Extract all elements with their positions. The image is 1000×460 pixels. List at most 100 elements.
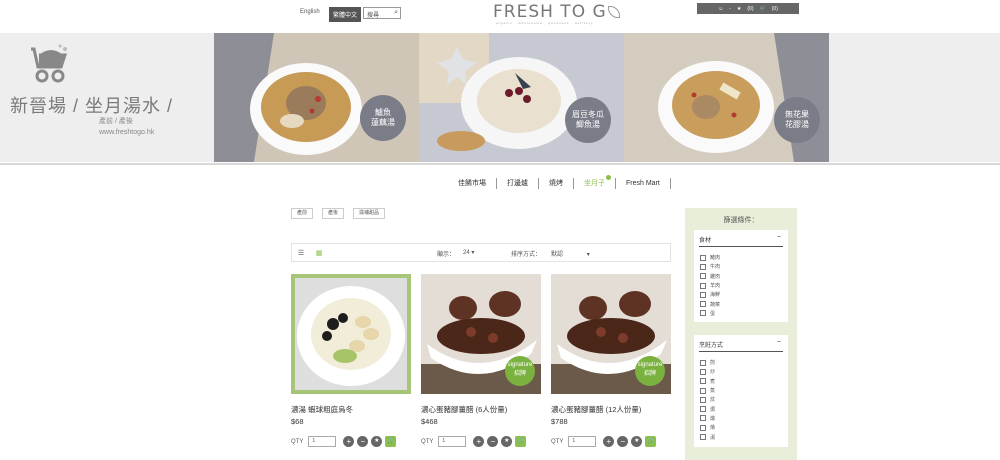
collapse-icon[interactable]: − xyxy=(777,234,781,241)
star-icon[interactable]: ★ xyxy=(371,436,383,447)
checkbox[interactable] xyxy=(700,424,706,431)
checkbox[interactable] xyxy=(700,378,706,385)
filter-option[interactable]: 燉 xyxy=(700,414,788,423)
filter-option[interactable]: 燴 xyxy=(700,423,788,432)
qty-label: QTY xyxy=(291,438,304,445)
filter-option-label: 蛋 xyxy=(710,310,716,317)
filter-option[interactable]: 焗 xyxy=(700,404,788,413)
star-icon[interactable]: ★ xyxy=(631,436,643,447)
checkbox[interactable] xyxy=(700,291,706,298)
star-icon[interactable]: ★ xyxy=(501,436,513,447)
checkbox[interactable] xyxy=(700,415,706,422)
checkbox[interactable] xyxy=(700,310,706,317)
filter-option-label: 豬肉 xyxy=(710,255,721,262)
language-chinese-link[interactable]: 繁體中文 xyxy=(329,7,362,22)
minus-icon[interactable]: − xyxy=(487,436,499,447)
baby-stroller-icon xyxy=(31,44,68,83)
hero-banner[interactable]: 新晉場 / 坐月湯水 / 產前 / 產後 www.freshtogo.hk 鱸魚… xyxy=(0,33,1000,162)
filter-option[interactable]: 煮 xyxy=(700,377,788,386)
nav-item-bbq[interactable]: 燒烤 xyxy=(539,178,574,189)
cart-icon[interactable]: 🛒 xyxy=(760,6,766,12)
checkbox[interactable] xyxy=(700,396,706,403)
nav-item-confinement[interactable]: 坐月子 xyxy=(574,175,616,189)
checkbox[interactable] xyxy=(700,434,706,441)
cart-icon[interactable]: 🛒 xyxy=(385,436,397,447)
product-image[interactable]: signature 招牌 xyxy=(551,274,671,394)
filter-group-cooking-method: 烹飪方式 − 煎 炒 煮 蒸 炆 焗 燉 燴 湯 xyxy=(694,335,788,447)
collapse-icon[interactable]: − xyxy=(777,339,781,346)
nav-item-market[interactable]: 佳餚市場 xyxy=(448,178,497,189)
filter-option[interactable]: 炆 xyxy=(700,395,788,404)
filter-option[interactable]: 蒸 xyxy=(700,386,788,395)
filter-option[interactable]: 豬肉 xyxy=(700,253,788,262)
cart-icon[interactable]: 🛒 xyxy=(645,436,657,447)
filter-chip-prenatal[interactable]: 產前 xyxy=(291,208,314,219)
filter-chip-postnatal[interactable]: 產後 xyxy=(322,208,345,219)
grid-view-icon[interactable]: ▦ xyxy=(310,244,328,261)
chevron-down-icon: ▾ xyxy=(471,250,475,256)
quantity-input[interactable]: 1 xyxy=(438,436,467,447)
cart-count: (0) xyxy=(771,5,778,12)
filter-option[interactable]: 雞肉 xyxy=(700,272,788,281)
product-image[interactable] xyxy=(291,274,411,394)
nav-item-hotpot[interactable]: 打邊爐 xyxy=(497,178,539,189)
banner-photo-2-label: 眉豆冬瓜 鯽魚湯 xyxy=(565,97,611,143)
site-logo[interactable]: FRESH TO G xyxy=(493,2,620,22)
product-name[interactable]: 濃心蛋豬腳薑醋 (6人份量) xyxy=(421,404,541,415)
person-icon[interactable]: ☺ xyxy=(718,6,723,12)
chevron-down-icon: ▾ xyxy=(586,252,590,258)
filter-option[interactable]: 海鮮 xyxy=(700,290,788,299)
search-placeholder: 搜尋 xyxy=(367,13,380,19)
top-bar: English 繁體中文 搜尋 ⌕ FRESH TO G organic · w… xyxy=(0,0,1000,32)
filter-option[interactable]: 蔬菜 xyxy=(700,299,788,308)
search-icon[interactable]: ⌕ xyxy=(394,9,398,17)
filter-option[interactable]: 牛肉 xyxy=(700,262,788,271)
filter-option-label: 雞肉 xyxy=(710,273,721,280)
minus-icon[interactable]: − xyxy=(617,436,629,447)
dash-separator: - xyxy=(729,5,731,12)
display-count-select[interactable]: 24 ▾ xyxy=(463,249,474,256)
plus-icon[interactable]: + xyxy=(603,436,615,447)
filter-group-header[interactable]: 烹飪方式 − xyxy=(699,339,783,352)
list-view-icon[interactable]: ☰ xyxy=(292,244,310,261)
checkbox[interactable] xyxy=(700,387,706,394)
filter-option[interactable]: 炒 xyxy=(700,367,788,376)
filter-group-name: 食材 xyxy=(699,238,712,244)
product-name[interactable]: 濃湯 蝦球粗庭烏冬 xyxy=(291,404,411,415)
filter-option-label: 炆 xyxy=(710,397,716,404)
product-image[interactable]: signature 招牌 xyxy=(421,274,541,394)
filter-option[interactable]: 羊肉 xyxy=(700,281,788,290)
filter-option-label: 蒸 xyxy=(710,388,716,395)
product-name[interactable]: 濃心蛋豬腳薑醋 (12人份量) xyxy=(551,404,671,415)
language-english-link[interactable]: English xyxy=(300,9,320,15)
udon-image xyxy=(291,274,411,394)
star-icon[interactable]: ★ xyxy=(737,6,741,12)
nav-item-fresh-mart[interactable]: Fresh Mart xyxy=(616,178,671,189)
checkbox[interactable] xyxy=(700,254,706,261)
filter-option-label: 煮 xyxy=(710,378,716,385)
search-input[interactable]: 搜尋 ⌕ xyxy=(363,7,401,19)
plus-icon[interactable]: + xyxy=(473,436,485,447)
product-card: signature 招牌 濃心蛋豬腳薑醋 (6人份量) $468 QTY 1 +… xyxy=(421,274,541,447)
cart-icon[interactable]: 🛒 xyxy=(515,436,527,447)
banner-url: www.freshtogo.hk xyxy=(99,129,155,136)
quantity-input[interactable]: 1 xyxy=(308,436,337,447)
filter-group-header[interactable]: 食材 − xyxy=(699,234,783,247)
checkbox[interactable] xyxy=(700,301,706,308)
filter-option[interactable]: 湯 xyxy=(700,432,788,441)
qty-row: QTY 1 + − ★ 🛒 xyxy=(291,436,411,447)
checkbox[interactable] xyxy=(700,406,706,413)
checkbox[interactable] xyxy=(700,273,706,280)
minus-icon[interactable]: − xyxy=(357,436,369,447)
checkbox[interactable] xyxy=(700,282,706,289)
sort-select[interactable]: 默認 ▾ xyxy=(551,249,590,258)
quantity-input[interactable]: 1 xyxy=(568,436,597,447)
filter-chip-dessert[interactable]: 滋補甜品 xyxy=(353,208,386,219)
plus-icon[interactable]: + xyxy=(343,436,355,447)
filter-option[interactable]: 煎 xyxy=(700,358,788,367)
banner-photo-2: 眉豆冬瓜 鯽魚湯 xyxy=(419,33,624,162)
filter-option[interactable]: 蛋 xyxy=(700,309,788,318)
checkbox[interactable] xyxy=(700,263,706,270)
checkbox[interactable] xyxy=(700,368,706,375)
checkbox[interactable] xyxy=(700,359,706,366)
